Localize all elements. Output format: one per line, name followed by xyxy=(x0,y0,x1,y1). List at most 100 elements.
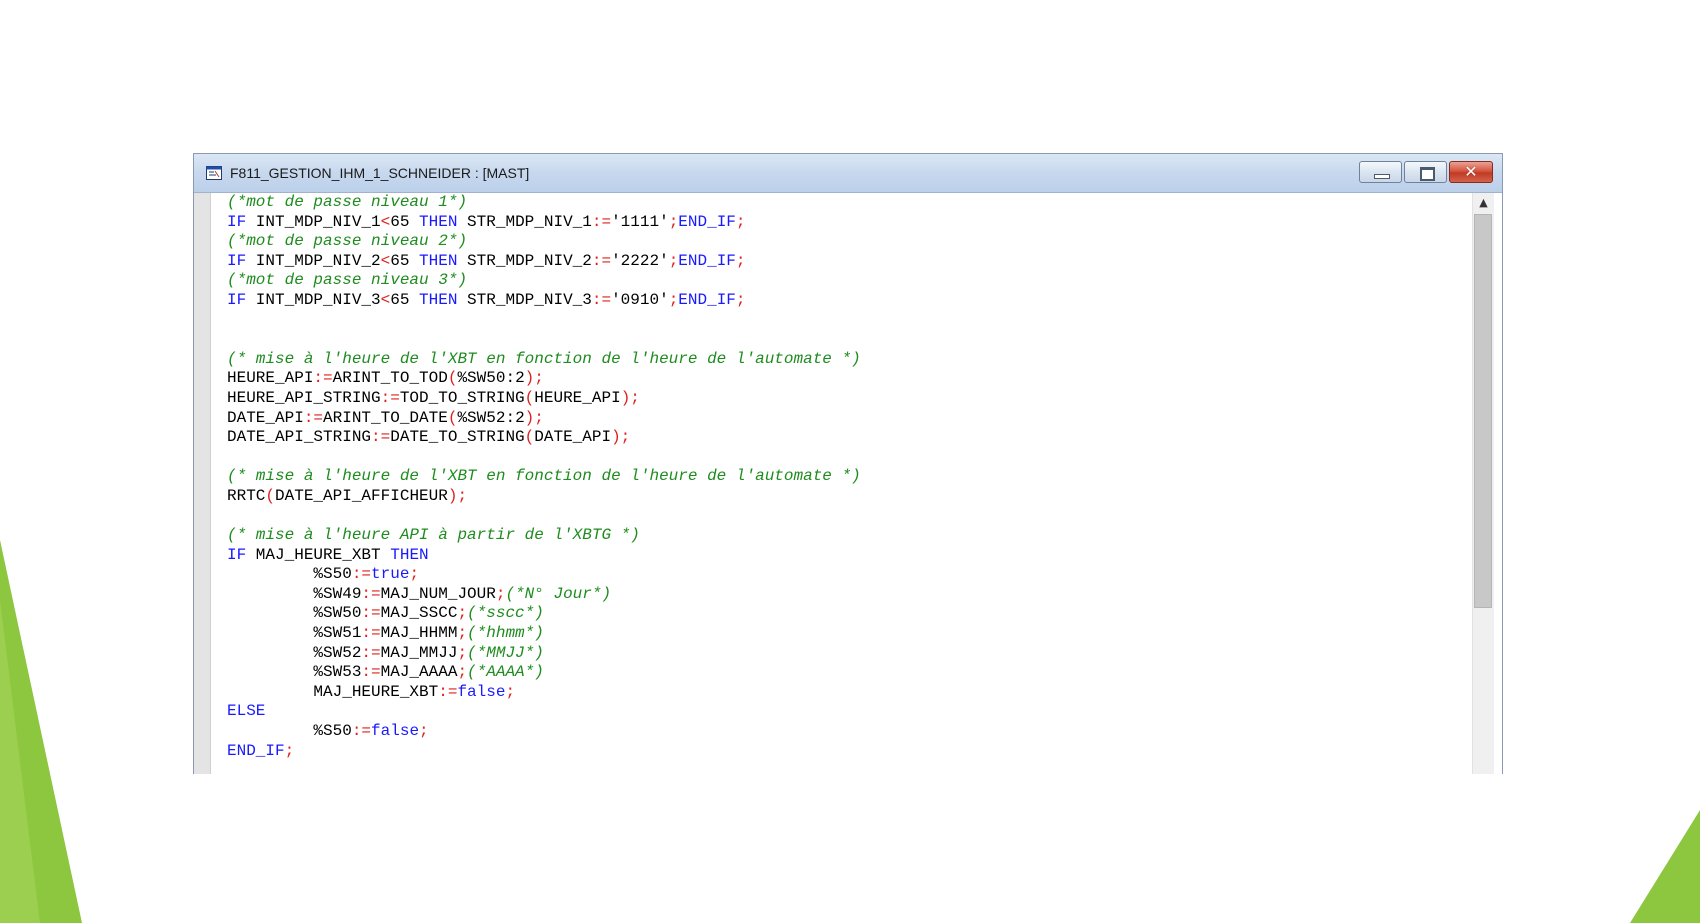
code-token: IF xyxy=(227,290,247,309)
code-line: ELSE xyxy=(227,702,1468,722)
code-line: RRTC(DATE_API_AFFICHEUR); xyxy=(227,487,1468,507)
code-token: ARINT_TO_TOD xyxy=(332,369,448,388)
chevron-up-icon[interactable]: ▲ xyxy=(1473,193,1494,213)
code-token: ); xyxy=(620,388,640,407)
code-token: %SW50:2 xyxy=(457,369,525,388)
code-token: END_IF xyxy=(678,212,736,231)
structured-text-code[interactable]: (*mot de passe niveau 1*) IF INT_MDP_NIV_… xyxy=(227,193,1468,761)
code-token: := xyxy=(313,369,333,388)
code-token: ; xyxy=(409,565,420,584)
code-token: %S50 xyxy=(227,565,352,584)
code-token: ; xyxy=(457,663,468,682)
window-titlebar[interactable]: F811_GESTION_IHM_1_SCHNEIDER : [MAST] ✕ xyxy=(194,154,1502,193)
code-token: 65 xyxy=(390,212,420,231)
code-token: THEN xyxy=(419,212,458,231)
code-line: %S50:=true; xyxy=(227,565,1468,585)
code-token: ; xyxy=(735,212,746,231)
code-token: %S50 xyxy=(227,722,352,741)
code-token: ; xyxy=(457,604,468,623)
code-token: ( xyxy=(447,369,458,388)
code-line: %SW53:=MAJ_AAAA;(*AAAA*) xyxy=(227,663,1468,683)
code-line: END_IF; xyxy=(227,742,1468,762)
code-token: := xyxy=(361,663,381,682)
code-token: := xyxy=(380,388,400,407)
code-token: (*mot de passe niveau 3*) xyxy=(227,271,468,290)
code-token: RRTC xyxy=(227,486,266,505)
code-token: := xyxy=(591,212,612,231)
code-token: < xyxy=(380,212,391,231)
code-line: MAJ_HEURE_XBT:=false; xyxy=(227,683,1468,703)
code-token: MAJ_HEURE_XBT xyxy=(227,682,439,701)
code-line: %SW49:=MAJ_NUM_JOUR;(*N° Jour*) xyxy=(227,585,1468,605)
code-token: (* mise à l'heure de l'XBT en fonction d… xyxy=(227,349,861,368)
code-line: (*mot de passe niveau 2*) xyxy=(227,232,1468,252)
code-token: ); xyxy=(447,486,468,505)
code-token: (* mise à l'heure de l'XBT en fonction d… xyxy=(227,467,861,486)
code-token: (*sscc*) xyxy=(467,604,544,623)
code-token: ; xyxy=(419,722,429,741)
code-token: ); xyxy=(524,369,544,388)
code-token: ARINT_TO_DATE xyxy=(323,408,448,427)
code-token: := xyxy=(361,584,381,603)
code-token: MAJ_MMJJ xyxy=(380,643,458,662)
code-token: := xyxy=(361,624,381,643)
code-token: ( xyxy=(447,408,458,427)
code-token: (*hhmm*) xyxy=(467,624,544,643)
vertical-scrollbar[interactable]: ▲ xyxy=(1472,193,1494,774)
code-token: := xyxy=(591,251,612,270)
code-token: < xyxy=(380,251,391,270)
code-token: '1111' xyxy=(611,212,669,231)
code-token: ); xyxy=(524,408,544,427)
code-editor-window[interactable]: F811_GESTION_IHM_1_SCHNEIDER : [MAST] ✕ … xyxy=(193,153,1503,774)
scrollbar-thumb[interactable] xyxy=(1474,214,1492,608)
code-token: %SW52:2 xyxy=(457,408,525,427)
code-token: %SW52 xyxy=(227,643,362,662)
close-button[interactable]: ✕ xyxy=(1449,161,1493,183)
code-token: THEN xyxy=(419,290,458,309)
code-line: DATE_API:=ARINT_TO_DATE(%SW52:2); xyxy=(227,409,1468,429)
code-token: DATE_API xyxy=(227,408,304,427)
code-token: ); xyxy=(611,428,631,447)
code-token: false xyxy=(371,722,420,741)
code-token: TOD_TO_STRING xyxy=(399,388,525,407)
code-token: ; xyxy=(668,290,679,309)
maximize-button[interactable] xyxy=(1404,161,1447,183)
code-token: := xyxy=(591,290,612,309)
code-token: MAJ_NUM_JOUR xyxy=(380,584,496,603)
minimize-button[interactable] xyxy=(1359,161,1402,183)
code-token: ; xyxy=(735,290,746,309)
close-icon: ✕ xyxy=(1464,162,1478,181)
code-token: ; xyxy=(735,251,746,270)
code-token: ( xyxy=(265,486,276,505)
code-token: := xyxy=(361,643,381,662)
code-token: STR_MDP_NIV_3 xyxy=(457,290,592,309)
code-token: '0910' xyxy=(611,290,669,309)
code-token: ( xyxy=(524,428,535,447)
code-line: IF INT_MDP_NIV_2<65 THEN STR_MDP_NIV_2:=… xyxy=(227,252,1468,272)
code-editor[interactable]: (*mot de passe niveau 1*) IF INT_MDP_NIV_… xyxy=(194,193,1502,774)
code-token: IF xyxy=(227,545,247,564)
code-token: := xyxy=(351,722,372,741)
code-token: MAJ_HEURE_XBT xyxy=(246,545,391,564)
code-line: DATE_API_STRING:=DATE_TO_STRING(DATE_API… xyxy=(227,428,1468,448)
code-line: IF INT_MDP_NIV_3<65 THEN STR_MDP_NIV_3:=… xyxy=(227,291,1468,311)
code-line: %SW52:=MAJ_MMJJ;(*MMJJ*) xyxy=(227,644,1468,664)
code-token: HEURE_API xyxy=(227,369,314,388)
code-token: INT_MDP_NIV_1 xyxy=(246,212,381,231)
code-token: HEURE_API xyxy=(534,388,621,407)
code-token: (*N° Jour*) xyxy=(505,584,612,603)
code-token: 65 xyxy=(390,251,420,270)
code-token: ; xyxy=(668,212,679,231)
code-line: (* mise à l'heure de l'XBT en fonction d… xyxy=(227,467,1468,487)
code-token: ; xyxy=(457,643,468,662)
code-token: false xyxy=(457,682,506,701)
code-token: := xyxy=(438,682,458,701)
code-token: END_IF xyxy=(227,741,285,760)
code-token: THEN xyxy=(419,251,458,270)
minimize-icon xyxy=(1374,174,1390,179)
code-token: (*mot de passe niveau 1*) xyxy=(227,193,468,211)
code-token: := xyxy=(351,565,372,584)
